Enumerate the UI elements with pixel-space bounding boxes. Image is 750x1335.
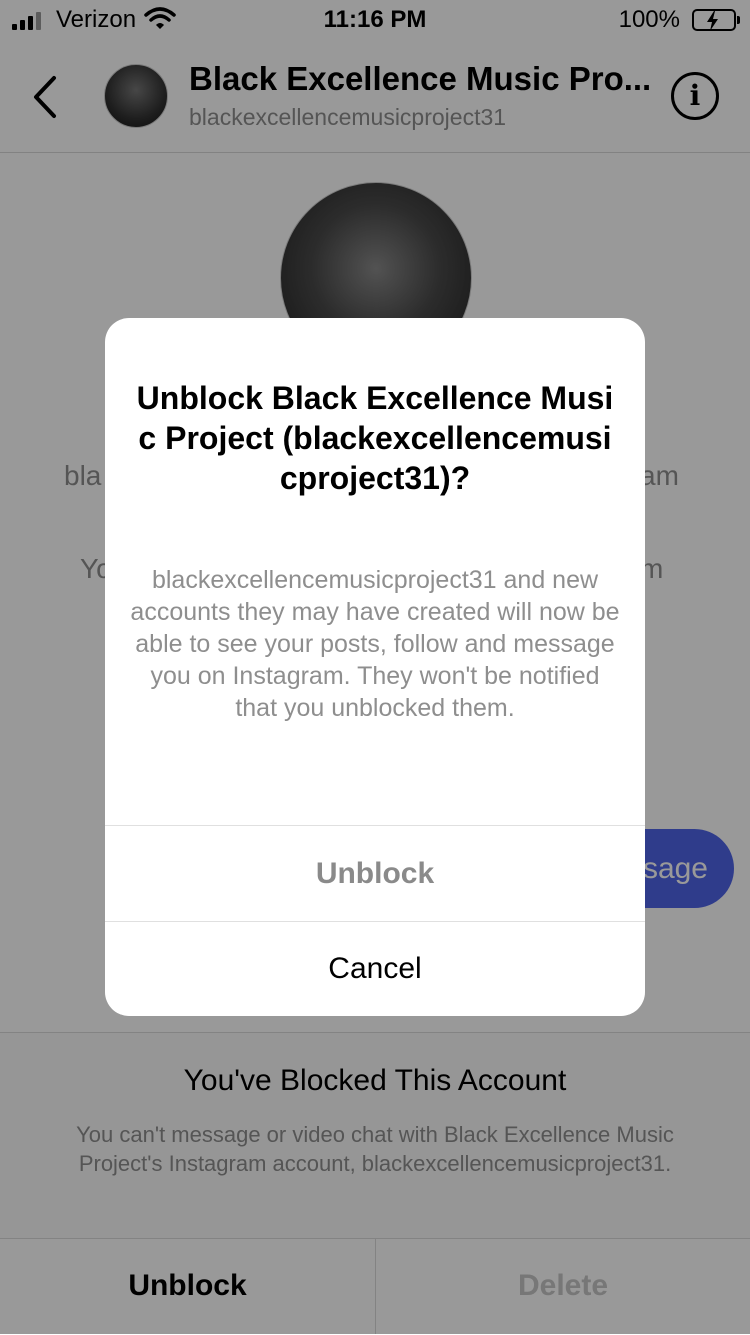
dialog-unblock-button[interactable]: Unblock (105, 826, 645, 921)
dialog-title: Unblock Black Excellence Music Project (… (136, 380, 614, 496)
unblock-dialog: Unblock Black Excellence Music Project (… (105, 318, 645, 1016)
dialog-cancel-button[interactable]: Cancel (105, 922, 645, 1016)
dialog-message: blackexcellencemusicproject31 and new ac… (130, 566, 620, 722)
